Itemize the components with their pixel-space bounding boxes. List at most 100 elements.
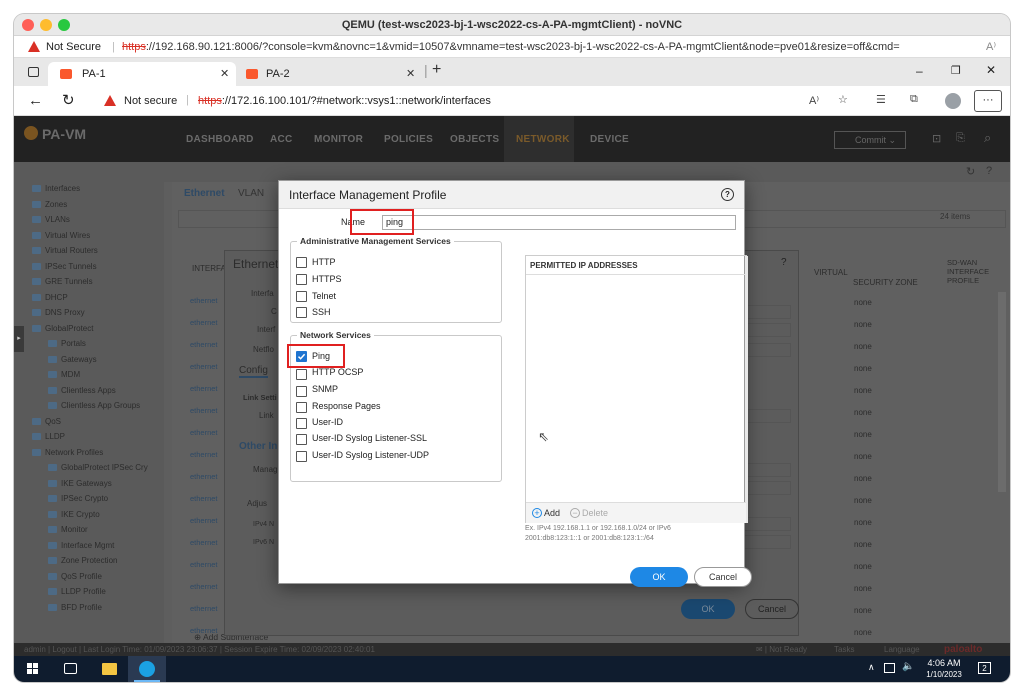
not-secure-label[interactable]: Not secure xyxy=(124,95,177,107)
notification-icon[interactable]: 2 xyxy=(978,662,991,674)
novnc-url-bar[interactable]: Not Secure | https://192.168.90.121:8006… xyxy=(14,36,1010,58)
tasks-link[interactable]: Tasks xyxy=(834,643,854,656)
sidebar-item-ike-crypto[interactable]: IKE Crypto xyxy=(48,508,100,522)
sidebar-item-qos[interactable]: QoS xyxy=(32,415,61,429)
help-icon[interactable]: ? xyxy=(721,188,734,201)
read-aloud-icon[interactable]: A⁾ xyxy=(809,94,819,107)
minimize-icon[interactable]: – xyxy=(916,64,923,78)
sidebar-item-lldp[interactable]: LLDP xyxy=(32,430,65,444)
clock-time[interactable]: 4:06 AM xyxy=(922,658,966,668)
windows-start-icon[interactable] xyxy=(27,663,39,675)
snmp-checkbox[interactable] xyxy=(296,386,307,397)
zoom-traffic-light[interactable] xyxy=(58,19,70,31)
nav-dashboard[interactable]: DASHBOARD xyxy=(186,134,254,145)
sidebar-item-dns-proxy[interactable]: DNS Proxy xyxy=(32,306,85,320)
clock-date[interactable]: 1/10/2023 xyxy=(922,670,966,679)
volume-icon[interactable]: 🔈 xyxy=(902,661,914,672)
sidebar-item-interface-mgmt[interactable]: Interface Mgmt xyxy=(48,539,114,553)
add-ip-button[interactable]: + Add xyxy=(532,508,560,518)
sidebar-item-monitor[interactable]: Monitor xyxy=(48,523,88,537)
user-id-syslog-ssl-checkbox[interactable] xyxy=(296,434,307,445)
sidebar-collapse-handle[interactable]: ▸ xyxy=(14,326,24,352)
sidebar-item-ipsec-crypto[interactable]: IPSec Crypto xyxy=(48,492,108,506)
delete-ip-button[interactable]: − Delete xyxy=(570,508,608,518)
tray-chevron-icon[interactable]: ∧ xyxy=(868,662,875,673)
file-explorer-icon[interactable] xyxy=(102,663,117,675)
sidebar-item-dhcp[interactable]: DHCP xyxy=(32,291,68,305)
help-icon[interactable]: ? xyxy=(986,165,992,177)
sidebar-item-clientless-app-groups[interactable]: Clientless App Groups xyxy=(48,399,140,413)
notready-status[interactable]: ✉ | Not Ready xyxy=(756,643,807,656)
permitted-ip-list[interactable]: PERMITTED IP ADDRESSES + Add − Delete xyxy=(525,255,748,523)
restore-icon[interactable]: ❐ xyxy=(951,64,961,77)
ok-button[interactable]: OK xyxy=(630,567,688,587)
user-id-syslog-udp-checkbox[interactable] xyxy=(296,451,307,462)
task-view-icon[interactable] xyxy=(64,663,77,674)
tab-pa-1[interactable]: PA-1 ✕ xyxy=(48,62,236,86)
sidebar-item-virtual-routers[interactable]: Virtual Routers xyxy=(32,244,98,258)
nav-network[interactable]: NETWORK xyxy=(516,134,570,145)
nav-device[interactable]: DEVICE xyxy=(590,134,629,145)
sidebar-item-portals[interactable]: Portals xyxy=(48,337,86,351)
user-id-checkbox[interactable] xyxy=(296,418,307,429)
new-tab-icon[interactable]: + xyxy=(432,61,441,79)
refresh-icon[interactable]: ↻ xyxy=(966,165,975,178)
cancel-button[interactable]: Cancel xyxy=(694,567,752,587)
telnet-checkbox[interactable] xyxy=(296,291,307,302)
sidebar-item-interfaces[interactable]: Interfaces xyxy=(32,182,80,196)
sidebar-item-lldp-profile[interactable]: LLDP Profile xyxy=(48,585,106,599)
settings-menu-icon[interactable]: ··· xyxy=(974,90,1002,112)
sidebar-item-virtual-wires[interactable]: Virtual Wires xyxy=(32,229,90,243)
sidebar-item-zone-protection[interactable]: Zone Protection xyxy=(48,554,117,568)
sidebar-item-gre-tunnels[interactable]: GRE Tunnels xyxy=(32,275,93,289)
close-tab-icon[interactable]: ✕ xyxy=(220,62,229,86)
lock-icon[interactable]: ⊡ xyxy=(932,132,941,145)
nav-objects[interactable]: OBJECTS xyxy=(450,134,499,145)
sidebar-item-network-profiles[interactable]: Network Profiles xyxy=(32,446,103,460)
sidebar-item-qos-profile[interactable]: QoS Profile xyxy=(48,570,102,584)
response-pages-checkbox[interactable] xyxy=(296,402,307,413)
help-icon[interactable]: ? xyxy=(781,257,787,268)
close-tab-icon[interactable]: ✕ xyxy=(406,62,415,86)
tab-other-info[interactable]: Other In xyxy=(239,441,277,452)
back-icon[interactable]: ← xyxy=(28,92,43,109)
sidebar-item-gateways[interactable]: Gateways xyxy=(48,353,97,367)
refresh-icon[interactable]: ↻ xyxy=(62,91,75,109)
sidebar-item-gp-ipsec-crypto[interactable]: GlobalProtect IPSec Cry xyxy=(48,461,148,475)
close-traffic-light[interactable] xyxy=(22,19,34,31)
sidebar-item-globalprotect[interactable]: GlobalProtect xyxy=(32,322,93,336)
profile-avatar[interactable] xyxy=(945,93,961,109)
sidebar-item-mdm[interactable]: MDM xyxy=(48,368,80,382)
search-icon[interactable]: ⌕ xyxy=(984,130,991,146)
sidebar-item-ike-gateways[interactable]: IKE Gateways xyxy=(48,477,112,491)
tab-pa-2[interactable]: PA-2 ✕ xyxy=(236,62,422,86)
favorites-icon[interactable]: ☰ xyxy=(876,93,886,106)
http-ocsp-checkbox[interactable] xyxy=(296,369,307,380)
network-tray-icon[interactable] xyxy=(884,663,895,673)
nav-policies[interactable]: POLICIES xyxy=(384,134,433,145)
table-scrollbar[interactable] xyxy=(998,292,1006,492)
commit-button[interactable]: Commit ⌄ xyxy=(834,131,906,149)
reader-icon[interactable]: A⁾ xyxy=(986,36,996,57)
favorite-add-icon[interactable]: ☆ xyxy=(838,93,848,106)
http-checkbox[interactable] xyxy=(296,257,307,268)
address-field[interactable]: https://172.16.100.101/?#network::vsys1:… xyxy=(198,95,491,107)
sidebar-item-ipsec-tunnels[interactable]: IPSec Tunnels xyxy=(32,260,97,274)
edge-taskbar-button[interactable] xyxy=(128,656,166,682)
ethernet-cancel-button[interactable]: Cancel xyxy=(745,599,799,619)
ssh-checkbox[interactable] xyxy=(296,307,307,318)
config-icon[interactable]: ⎘ xyxy=(956,132,965,145)
tab-actions-icon[interactable] xyxy=(28,67,39,77)
minimize-traffic-light[interactable] xyxy=(40,19,52,31)
name-input[interactable]: ping xyxy=(382,215,736,230)
nav-monitor[interactable]: MONITOR xyxy=(314,134,363,145)
sidebar-item-clientless-apps[interactable]: Clientless Apps xyxy=(48,384,116,398)
tab-config[interactable]: Config xyxy=(239,365,268,378)
sidebar-item-vlans[interactable]: VLANs xyxy=(32,213,70,227)
ethernet-ok-button[interactable]: OK xyxy=(681,599,735,619)
nav-acc[interactable]: ACC xyxy=(270,134,293,145)
close-window-icon[interactable]: ✕ xyxy=(986,63,996,77)
https-checkbox[interactable] xyxy=(296,274,307,285)
language-link[interactable]: Language xyxy=(884,643,920,656)
sidebar-item-zones[interactable]: Zones xyxy=(32,198,67,212)
